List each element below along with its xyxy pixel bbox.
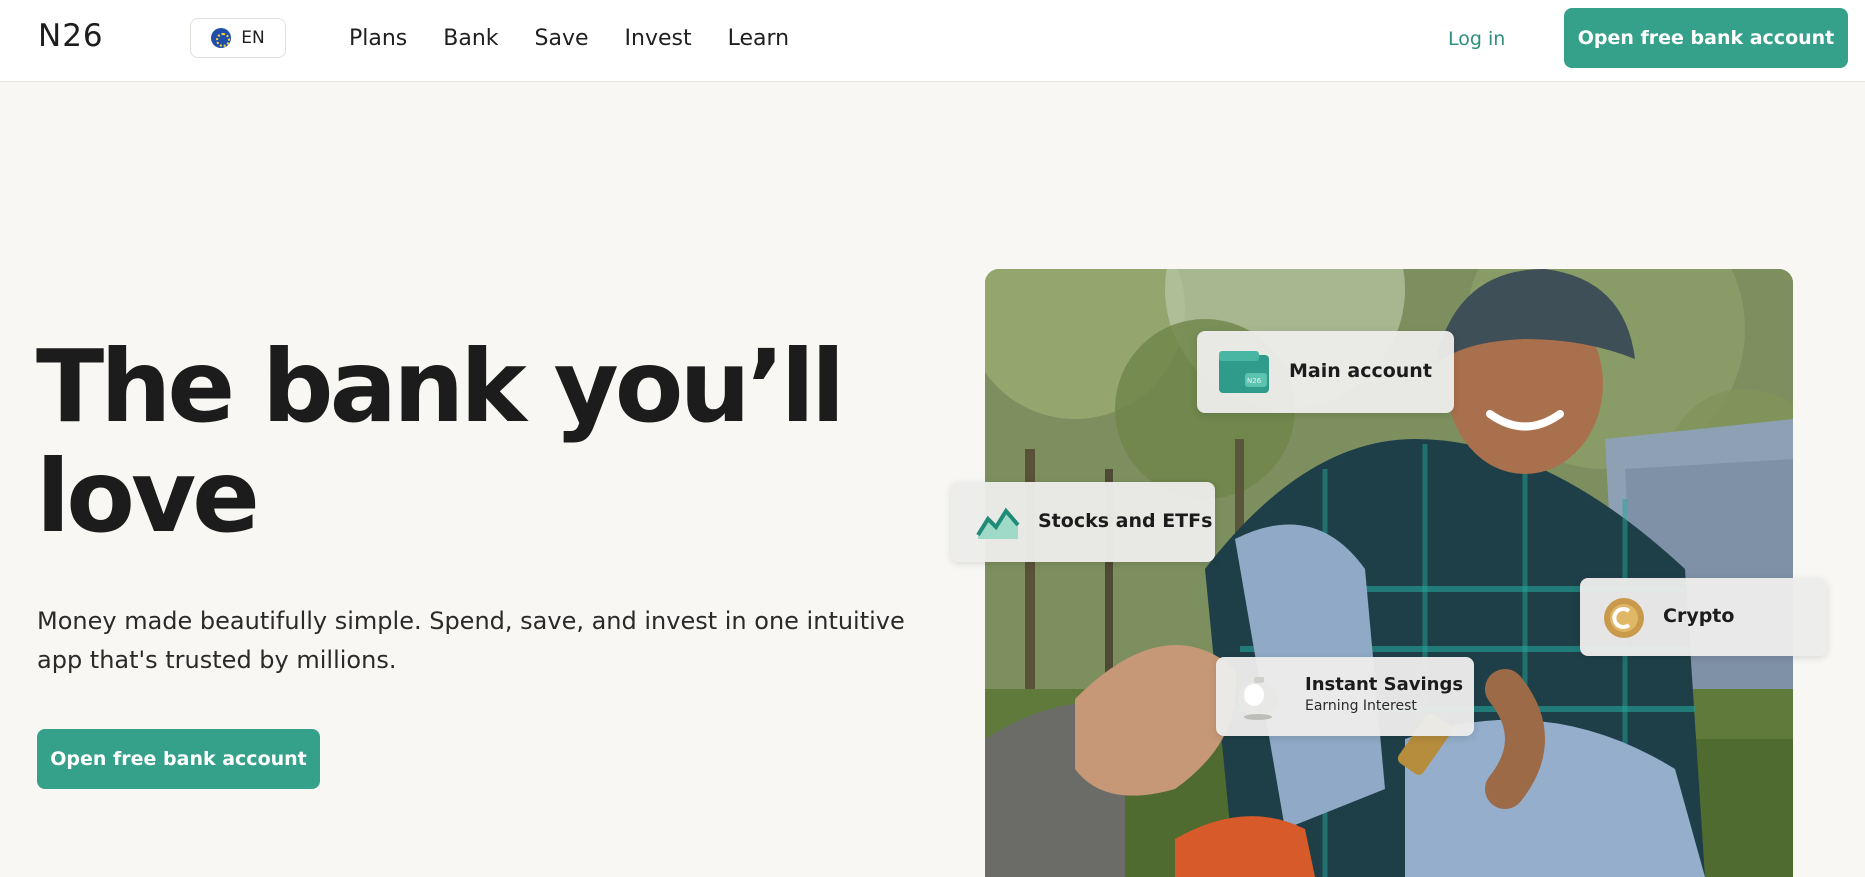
n26-logo[interactable]: N26 — [38, 16, 104, 56]
language-label: EN — [241, 28, 265, 48]
svg-text:N26: N26 — [1247, 377, 1262, 385]
crypto-card: Crypto — [1580, 578, 1827, 656]
stocks-label: Stocks and ETFs — [1038, 510, 1213, 532]
stocks-chart-icon — [976, 507, 1020, 539]
stocks-card: Stocks and ETFs — [951, 482, 1215, 562]
hero-subtitle: Money made beautifully simple. Spend, sa… — [37, 607, 905, 674]
logo-text: N26 — [38, 18, 104, 54]
login-link[interactable]: Log in — [1448, 24, 1505, 54]
nav-item-bank[interactable]: Bank — [443, 22, 498, 56]
main-account-label: Main account — [1289, 360, 1432, 382]
eu-flag-icon — [211, 28, 232, 48]
instant-savings-card: Instant Savings Earning Interest — [1216, 657, 1474, 736]
nav-item-learn[interactable]: Learn — [728, 22, 790, 56]
open-account-button-hero[interactable]: Open free bank account — [37, 729, 320, 789]
crypto-coin-icon — [1604, 598, 1644, 638]
language-selector[interactable]: EN — [190, 18, 286, 58]
instant-savings-text: Instant Savings Earning Interest — [1305, 674, 1463, 714]
instant-savings-subtitle: Earning Interest — [1305, 698, 1417, 714]
instant-savings-title: Instant Savings — [1305, 674, 1464, 695]
crypto-label: Crypto — [1663, 605, 1735, 627]
nav-item-save[interactable]: Save — [535, 22, 589, 56]
wallet-icon: N26 — [1219, 351, 1269, 393]
main-nav: Plans Bank Save Invest Learn — [349, 22, 789, 56]
site-header: N26 EN Plans Bank Save Invest Learn Log … — [0, 0, 1865, 82]
main-account-card: N26 Main account — [1197, 331, 1454, 413]
nav-item-invest[interactable]: Invest — [625, 22, 692, 56]
piggy-bank-icon — [1238, 677, 1278, 720]
open-account-button-header[interactable]: Open free bank account — [1564, 8, 1848, 68]
hero-title: The bank you’ll love — [36, 328, 845, 555]
nav-item-plans[interactable]: Plans — [349, 22, 407, 56]
